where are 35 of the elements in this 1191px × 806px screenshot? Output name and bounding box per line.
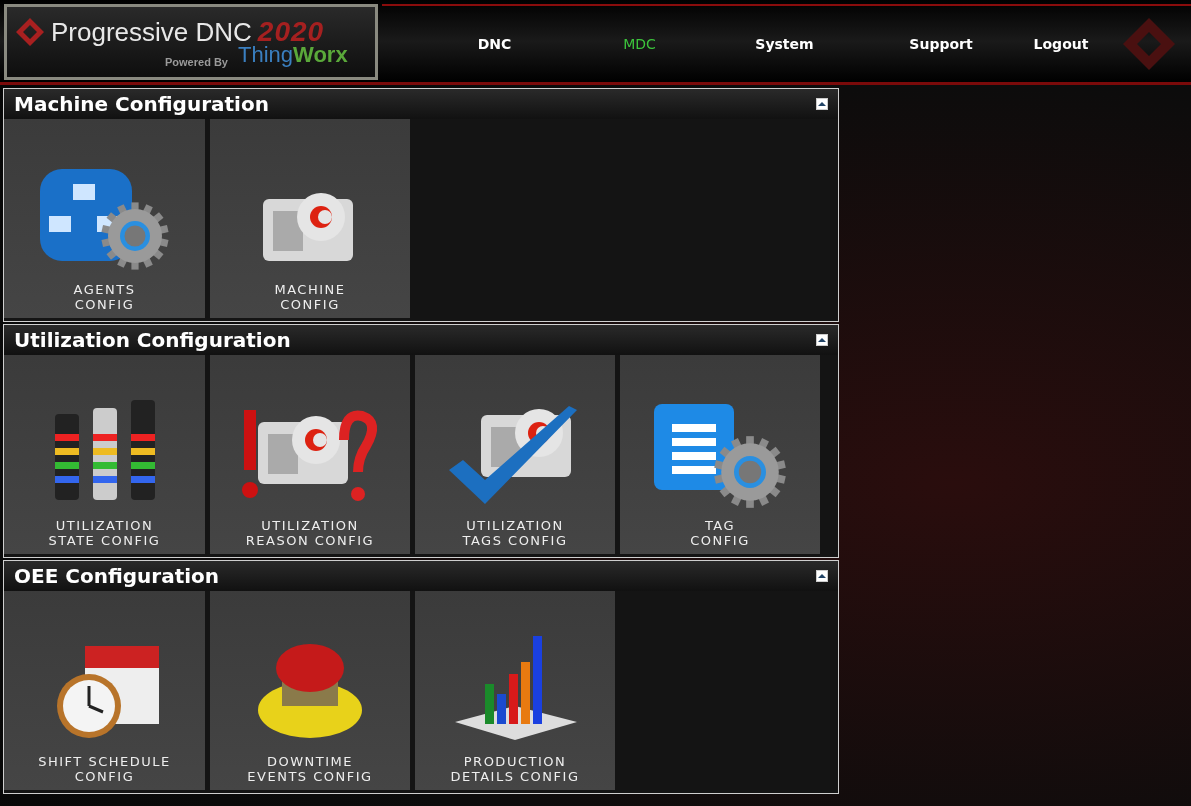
diamond-logo-icon <box>1121 16 1177 72</box>
collapse-button[interactable] <box>816 334 828 346</box>
config-tile[interactable]: UTILIZATION REASON CONFIG <box>210 355 410 554</box>
tile-label: AGENTS CONFIG <box>73 282 136 312</box>
diamond-logo-icon <box>15 17 45 47</box>
caret-icon <box>818 573 826 579</box>
config-tile[interactable]: MACHINE CONFIG <box>210 119 410 318</box>
config-tile[interactable]: SHIFT SCHEDULE CONFIG <box>4 591 205 790</box>
config-tile[interactable]: DOWNTIME EVENTS CONFIG <box>210 591 410 790</box>
config-tile[interactable]: UTILIZATION STATE CONFIG <box>4 355 205 554</box>
config-tile[interactable]: TAG CONFIG <box>620 355 820 554</box>
config-tile[interactable]: AGENTS CONFIG <box>4 119 205 318</box>
tile-label: PRODUCTION DETAILS CONFIG <box>450 754 580 784</box>
nav-link[interactable]: Logout <box>1001 36 1121 52</box>
tile-label: UTILIZATION STATE CONFIG <box>48 518 161 548</box>
tile-label: DOWNTIME EVENTS CONFIG <box>247 754 373 784</box>
nav-link[interactable]: DNC <box>422 36 567 52</box>
tile-label: TAG CONFIG <box>690 518 750 548</box>
caret-icon <box>818 101 826 107</box>
tile-label: MACHINE CONFIG <box>274 282 346 312</box>
tile-label: UTILIZATION TAGS CONFIG <box>462 518 568 548</box>
caret-icon <box>818 337 826 343</box>
config-tile[interactable]: PRODUCTION DETAILS CONFIG <box>415 591 615 790</box>
collapse-button[interactable] <box>816 98 828 110</box>
config-tile[interactable]: UTILIZATION TAGS CONFIG <box>415 355 615 554</box>
section-title: OEE Configuration <box>14 564 220 588</box>
section-title: Machine Configuration <box>14 92 269 116</box>
nav-link[interactable]: System <box>712 36 857 52</box>
section-title: Utilization Configuration <box>14 328 291 352</box>
collapse-button[interactable] <box>816 570 828 582</box>
nav-link[interactable]: MDC <box>567 36 712 52</box>
nav-link[interactable]: Support <box>881 36 1001 52</box>
tile-label: SHIFT SCHEDULE CONFIG <box>38 754 171 784</box>
tile-label: UTILIZATION REASON CONFIG <box>245 518 375 548</box>
powered-by-text: Powered By <box>165 56 228 68</box>
